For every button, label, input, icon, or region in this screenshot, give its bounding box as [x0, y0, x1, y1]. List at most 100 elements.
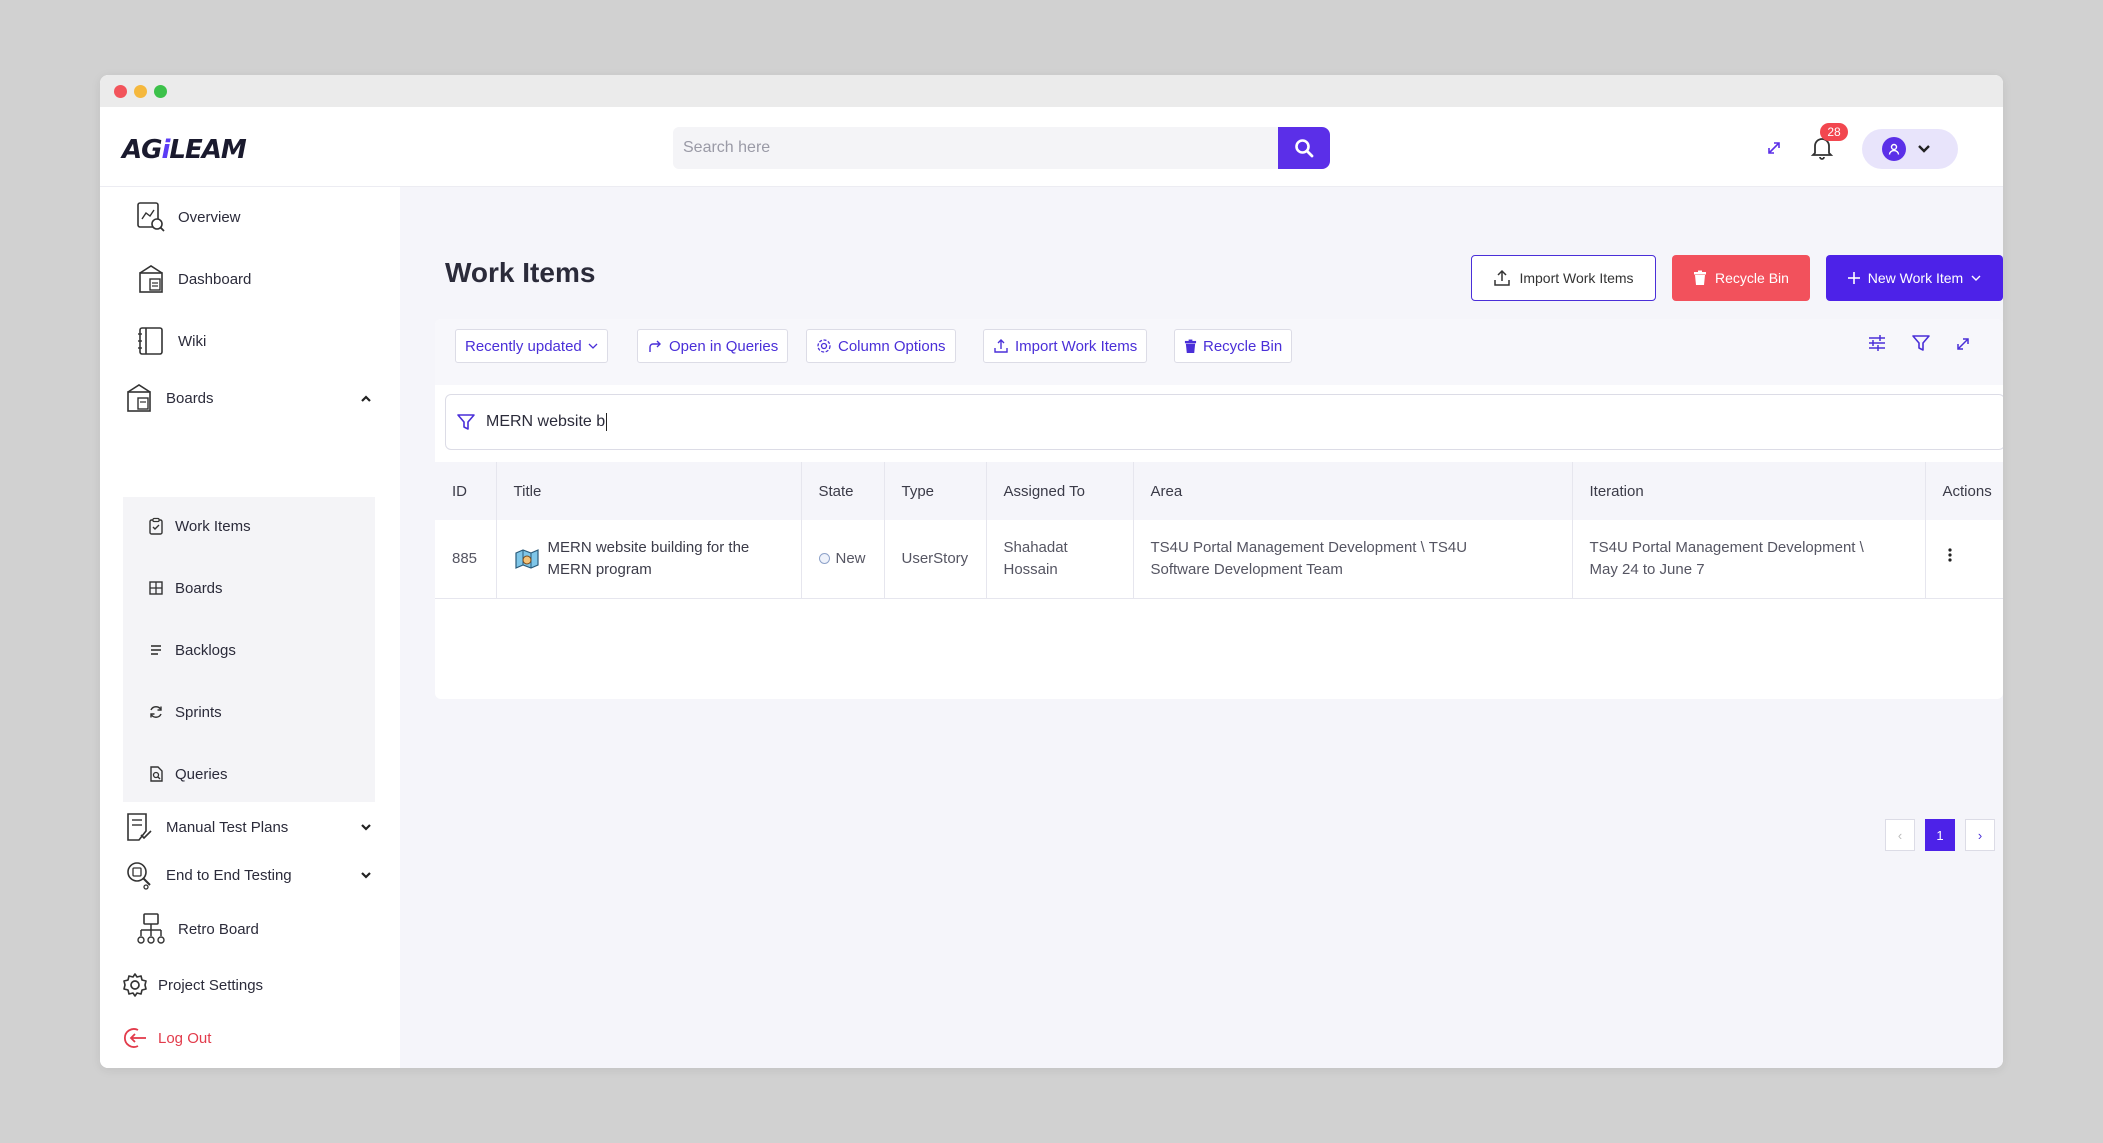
retro-board-icon: [136, 912, 166, 946]
boards-group-icon: [124, 382, 154, 414]
user-story-icon: [514, 548, 539, 569]
search-input[interactable]: [673, 127, 1278, 169]
sidebar-item-label: Dashboard: [178, 270, 252, 288]
table-row[interactable]: 885 MERN website building for the MERN pr…: [435, 520, 2003, 599]
board-grid-icon: [147, 579, 165, 597]
minimize-window-dot[interactable]: [134, 84, 147, 98]
chevron-down-icon: [1971, 275, 1981, 281]
search-icon: [1295, 139, 1314, 158]
page-1-button[interactable]: 1: [1925, 819, 1955, 851]
column-header-area[interactable]: Area: [1133, 462, 1573, 520]
column-options-button[interactable]: Column Options: [806, 329, 956, 363]
sidebar-item-manual-test-plans[interactable]: Manual Test Plans: [124, 809, 372, 845]
sidebar-item-queries[interactable]: Queries: [147, 757, 228, 791]
toolbar-recycle-button[interactable]: Recycle Bin: [1174, 329, 1293, 363]
cell-assigned-to: Shahadat Hossain: [986, 520, 1134, 599]
dashboard-icon: [136, 263, 166, 295]
sidebar-item-label: Boards: [166, 389, 214, 407]
cell-actions: [1925, 520, 2003, 599]
upload-icon: [1494, 269, 1511, 286]
wiki-book-icon: [136, 325, 166, 357]
user-menu[interactable]: [1862, 129, 1958, 169]
cell-title[interactable]: MERN website building for the MERN progra…: [496, 520, 802, 599]
logout-icon: [122, 1025, 148, 1051]
settings-sliders-icon[interactable]: [1867, 333, 1887, 353]
filter-icon: [457, 414, 475, 430]
clipboard-check-icon: [147, 517, 165, 535]
sidebar-item-label: Work Items: [175, 517, 251, 535]
sidebar-item-label: Log Out: [158, 1029, 212, 1047]
sidebar-item-label: End to End Testing: [166, 866, 292, 884]
overview-icon: [136, 201, 166, 233]
fullscreen-icon[interactable]: [1765, 139, 1783, 157]
toolbar-import-button[interactable]: Import Work Items: [983, 329, 1148, 363]
column-header-title[interactable]: Title: [496, 462, 802, 520]
sidebar-item-wiki[interactable]: Wiki: [136, 323, 206, 359]
column-header-state[interactable]: State: [801, 462, 885, 520]
list-icon: [147, 641, 165, 659]
work-items-card: Recently updated Open in Queries Column …: [435, 319, 2003, 851]
work-items-toolbar: Recently updated Open in Queries Column …: [435, 319, 2003, 385]
sprint-cycle-icon: [147, 703, 165, 721]
sidebar-item-label: Retro Board: [178, 920, 259, 938]
sidebar-item-label: Overview: [178, 208, 241, 226]
logout-button[interactable]: Log Out: [122, 1020, 211, 1056]
sidebar-item-label: Sprints: [175, 703, 222, 721]
filter-input[interactable]: MERN website b: [486, 412, 608, 431]
cell-type: UserStory: [884, 520, 987, 599]
gear-icon: [122, 972, 148, 998]
keyword-filter-bar[interactable]: MERN website b: [445, 394, 2003, 450]
user-icon: [1888, 143, 1900, 155]
column-header-actions: Actions: [1925, 462, 2003, 520]
cell-state: New: [801, 520, 885, 599]
next-page-button[interactable]: ›: [1965, 819, 1995, 851]
sort-dropdown[interactable]: Recently updated: [455, 329, 608, 363]
sidebar-item-label: Boards: [175, 579, 223, 597]
sidebar: Overview Dashboard Wiki Boards Work Item…: [100, 187, 400, 1068]
sidebar-item-project-settings[interactable]: Project Settings: [122, 967, 263, 1003]
sidebar-item-dashboard[interactable]: Dashboard: [136, 261, 251, 297]
gear-icon: [817, 339, 831, 353]
search-button[interactable]: [1278, 127, 1330, 169]
global-search: [673, 127, 1330, 169]
open-in-queries-button[interactable]: Open in Queries: [637, 329, 789, 363]
sidebar-item-backlogs[interactable]: Backlogs: [147, 633, 236, 667]
chevron-down-icon: [361, 824, 371, 831]
import-work-items-button[interactable]: Import Work Items: [1471, 255, 1656, 301]
sidebar-item-end-to-end-testing[interactable]: End to End Testing: [124, 857, 372, 893]
more-vertical-icon[interactable]: [1947, 547, 1953, 563]
column-header-iteration[interactable]: Iteration: [1572, 462, 1926, 520]
column-header-type[interactable]: Type: [884, 462, 987, 520]
sidebar-item-sprints[interactable]: Sprints: [147, 695, 222, 729]
sidebar-item-retro-board[interactable]: Retro Board: [136, 910, 259, 948]
chevron-up-icon: [361, 395, 371, 402]
sidebar-item-work-items[interactable]: Work Items: [147, 509, 251, 543]
app-logo[interactable]: AGiLEAM: [122, 135, 247, 165]
prev-page-button[interactable]: ‹: [1885, 819, 1915, 851]
test-plan-icon: [124, 811, 154, 843]
column-header-assigned-to[interactable]: Assigned To: [986, 462, 1134, 520]
new-work-item-button[interactable]: New Work Item: [1826, 255, 2003, 301]
state-new-icon: [818, 552, 830, 564]
boards-submenu: Work Items Boards Backlogs Sprints Queri…: [123, 497, 375, 802]
upload-icon: [994, 339, 1008, 353]
page-title: Work Items: [445, 257, 596, 288]
table-header-row: ID Title State Type Assigned To Area Ite…: [435, 462, 2003, 520]
cell-id: 885: [435, 520, 497, 599]
column-header-id[interactable]: ID: [435, 462, 497, 520]
sidebar-item-label: Wiki: [178, 332, 207, 350]
filter-icon[interactable]: [1911, 333, 1931, 353]
trash-icon: [1694, 270, 1707, 285]
maximize-window-dot[interactable]: [154, 84, 167, 98]
work-items-table: ID Title State Type Assigned To Area Ite…: [435, 462, 2003, 599]
cell-area: TS4U Portal Management Development \ TS4…: [1133, 520, 1573, 599]
avatar: [1882, 137, 1906, 161]
expand-icon[interactable]: [1955, 336, 1971, 352]
recycle-bin-button[interactable]: Recycle Bin: [1672, 255, 1810, 301]
sidebar-item-boards[interactable]: Boards: [147, 571, 223, 605]
main-content: Work Items Import Work Items Recycle Bin…: [400, 187, 2003, 1068]
sidebar-item-boards-group[interactable]: Boards: [124, 380, 372, 416]
notification-count-badge: 28: [1820, 123, 1848, 141]
close-window-dot[interactable]: [114, 84, 127, 98]
sidebar-item-overview[interactable]: Overview: [136, 199, 241, 235]
